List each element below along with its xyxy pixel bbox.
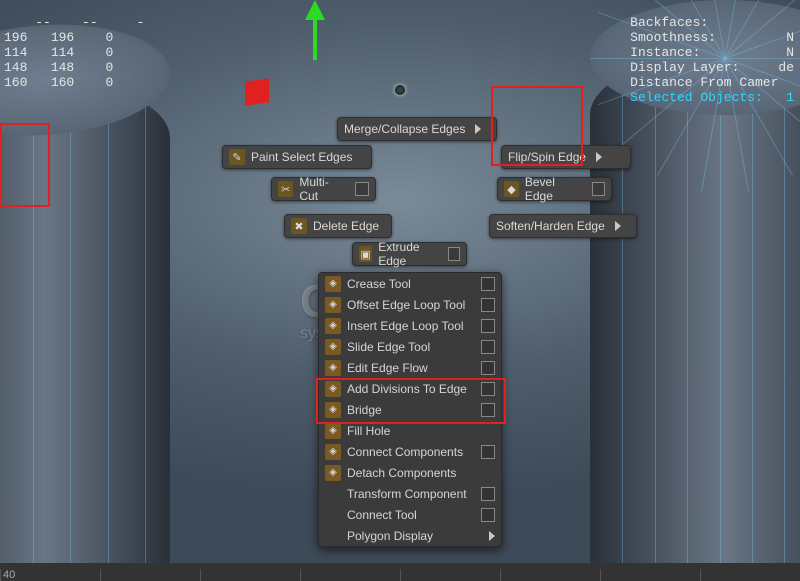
menu-connect-tool[interactable]: Connect Tool bbox=[319, 504, 501, 525]
menu-label: Polygon Display bbox=[347, 529, 483, 543]
menu-insert-edge-loop-tool[interactable]: ◈ Insert Edge Loop Tool bbox=[319, 315, 501, 336]
bevel-icon: ◆ bbox=[504, 181, 519, 197]
option-box[interactable] bbox=[481, 319, 495, 333]
menu-delete-edge[interactable]: ✖ Delete Edge bbox=[284, 214, 392, 238]
menu-flip-spin-edge[interactable]: Flip/Spin Edge bbox=[501, 145, 631, 169]
option-box[interactable] bbox=[481, 487, 495, 501]
menu-label: Flip/Spin Edge bbox=[508, 150, 586, 164]
menu-transform-component[interactable]: Transform Component bbox=[319, 483, 501, 504]
menu-label: Bridge bbox=[347, 403, 475, 417]
delete-icon: ✖ bbox=[291, 218, 307, 234]
menu-label: Bevel Edge bbox=[525, 175, 582, 203]
insert-loop-icon: ◈ bbox=[325, 318, 341, 334]
timeline-ruler[interactable]: 40 bbox=[0, 563, 800, 581]
menu-label: Connect Tool bbox=[347, 508, 475, 522]
menu-bridge[interactable]: ◈ Bridge bbox=[319, 399, 501, 420]
menu-bevel-edge[interactable]: ◆ Bevel Edge bbox=[497, 177, 612, 201]
menu-edit-edge-flow[interactable]: ◈ Edit Edge Flow bbox=[319, 357, 501, 378]
fill-hole-icon: ◈ bbox=[325, 423, 341, 439]
hud-stats-right: Backfaces: Smoothness: N Instance: N Dis… bbox=[630, 0, 794, 105]
option-box[interactable] bbox=[481, 277, 495, 291]
add-divisions-icon: ◈ bbox=[325, 381, 341, 397]
menu-offset-edge-loop-tool[interactable]: ◈ Offset Edge Loop Tool bbox=[319, 294, 501, 315]
option-box[interactable] bbox=[448, 247, 460, 261]
crease-icon: ◈ bbox=[325, 276, 341, 292]
multicut-icon: ✂ bbox=[278, 181, 293, 197]
extrude-icon: ▣ bbox=[359, 246, 372, 262]
menu-extrude-edge[interactable]: ▣ Extrude Edge bbox=[352, 242, 467, 266]
menu-connect-components[interactable]: ◈ Connect Components bbox=[319, 441, 501, 462]
menu-label: Slide Edge Tool bbox=[347, 340, 475, 354]
menu-detach-components[interactable]: ◈ Detach Components bbox=[319, 462, 501, 483]
menu-label: Paint Select Edges bbox=[251, 150, 352, 164]
menu-label: Add Divisions To Edge bbox=[347, 382, 475, 396]
menu-paint-select-edges[interactable]: ✎ Paint Select Edges bbox=[222, 145, 372, 169]
menu-add-divisions-to-edge[interactable]: ◈ Add Divisions To Edge bbox=[319, 378, 501, 399]
bridge-icon: ◈ bbox=[325, 402, 341, 418]
connect-components-icon: ◈ bbox=[325, 444, 341, 460]
chevron-right-icon bbox=[489, 531, 495, 541]
menu-label: Fill Hole bbox=[347, 424, 495, 438]
option-box[interactable] bbox=[481, 403, 495, 417]
viewport-3d[interactable]: -- -- - 196 196 0 114 114 0 148 148 0 16… bbox=[0, 0, 800, 581]
menu-label: Extrude Edge bbox=[378, 240, 438, 268]
chevron-right-icon bbox=[475, 124, 481, 134]
menu-merge-collapse-edges[interactable]: Merge/Collapse Edges bbox=[337, 117, 497, 141]
slide-icon: ◈ bbox=[325, 339, 341, 355]
menu-label: Insert Edge Loop Tool bbox=[347, 319, 475, 333]
edge-submenu-panel: ◈ Crease Tool ◈ Offset Edge Loop Tool ◈ … bbox=[318, 272, 502, 547]
menu-label: Connect Components bbox=[347, 445, 475, 459]
menu-label: Offset Edge Loop Tool bbox=[347, 298, 475, 312]
edit-flow-icon: ◈ bbox=[325, 360, 341, 376]
detach-components-icon: ◈ bbox=[325, 465, 341, 481]
offset-loop-icon: ◈ bbox=[325, 297, 341, 313]
option-box[interactable] bbox=[355, 182, 369, 196]
paint-icon: ✎ bbox=[229, 149, 245, 165]
hud-stats-left: -- -- - 196 196 0 114 114 0 148 148 0 16… bbox=[4, 0, 144, 90]
option-box[interactable] bbox=[481, 445, 495, 459]
menu-polygon-display[interactable]: Polygon Display bbox=[319, 525, 501, 546]
option-box[interactable] bbox=[481, 508, 495, 522]
option-box[interactable] bbox=[481, 340, 495, 354]
menu-label: Crease Tool bbox=[347, 277, 475, 291]
option-box[interactable] bbox=[481, 382, 495, 396]
option-box[interactable] bbox=[481, 298, 495, 312]
menu-label: Merge/Collapse Edges bbox=[344, 122, 465, 136]
menu-multi-cut[interactable]: ✂ Multi-Cut bbox=[271, 177, 376, 201]
chevron-right-icon bbox=[615, 221, 621, 231]
menu-label: Soften/Harden Edge bbox=[496, 219, 605, 233]
menu-fill-hole[interactable]: ◈ Fill Hole bbox=[319, 420, 501, 441]
menu-label: Multi-Cut bbox=[299, 175, 345, 203]
transform-gizmo[interactable] bbox=[275, 0, 415, 120]
cylinder-left bbox=[0, 78, 170, 581]
menu-soften-harden-edge[interactable]: Soften/Harden Edge bbox=[489, 214, 637, 238]
menu-crease-tool[interactable]: ◈ Crease Tool bbox=[319, 273, 501, 294]
option-box[interactable] bbox=[481, 361, 495, 375]
option-box[interactable] bbox=[592, 182, 605, 196]
hud-row: -- bbox=[35, 15, 51, 30]
menu-label: Delete Edge bbox=[313, 219, 379, 233]
menu-label: Transform Component bbox=[347, 487, 475, 501]
menu-slide-edge-tool[interactable]: ◈ Slide Edge Tool bbox=[319, 336, 501, 357]
chevron-right-icon bbox=[596, 152, 602, 162]
menu-label: Edit Edge Flow bbox=[347, 361, 475, 375]
menu-label: Detach Components bbox=[347, 466, 495, 480]
